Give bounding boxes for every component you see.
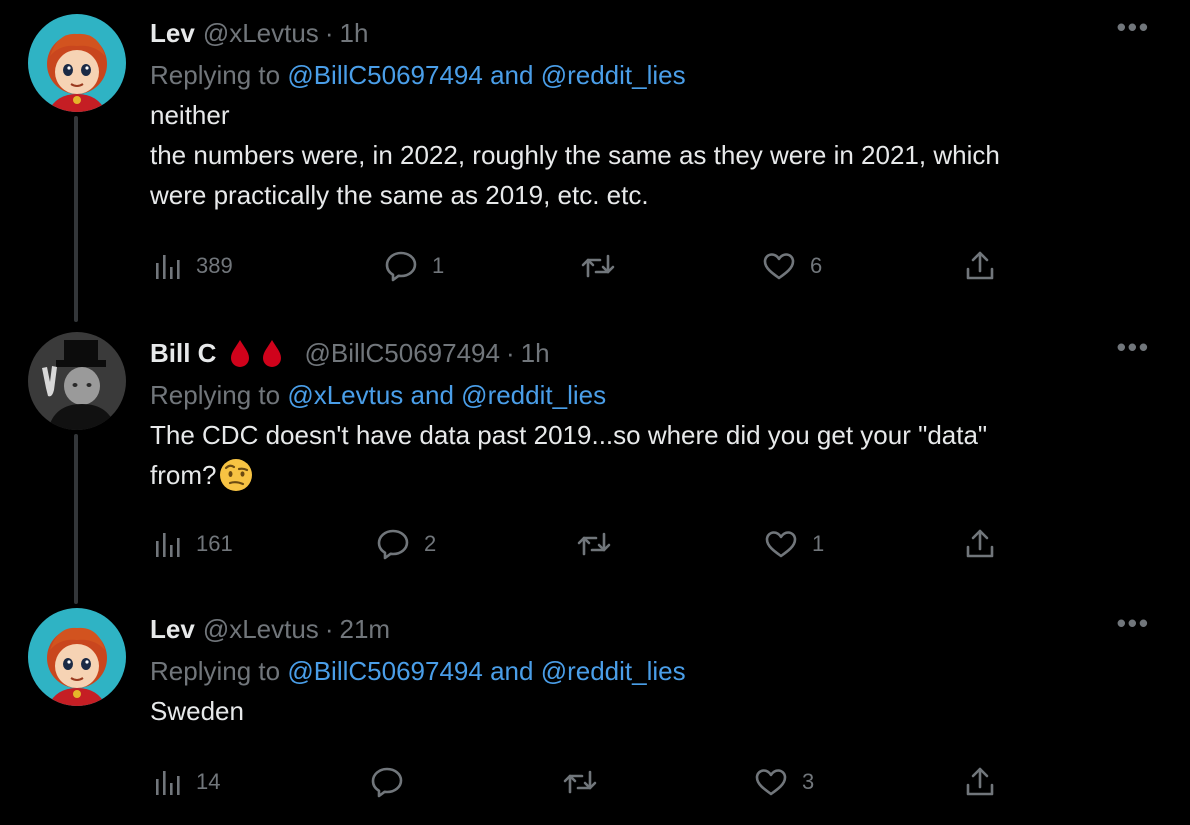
tweet-text-line: the numbers were, in 2022, roughly the s… <box>150 140 1000 170</box>
reply-count: 1 <box>432 253 445 278</box>
tweet-actions: 161 2 1 <box>150 524 1010 564</box>
tweet-text-line-2: from? <box>150 455 1150 495</box>
tweet-text: neither the numbers were, in 2022, rough… <box>150 95 1150 215</box>
author-handle[interactable]: @xLevtus <box>203 18 319 49</box>
retweet-button[interactable] <box>562 762 612 802</box>
replying-prefix: Replying to <box>150 380 281 410</box>
retweet-icon <box>563 770 597 794</box>
tweet-header: Lev @xLevtus · 21m <box>150 612 1150 646</box>
tweet-text-line: The CDC doesn't have data past 2019...so… <box>150 420 988 450</box>
avatar[interactable] <box>28 14 126 112</box>
views-button[interactable]: 161 <box>154 524 233 564</box>
reply-icon <box>377 529 409 560</box>
author-handle[interactable]: @BillC50697494 <box>304 338 500 369</box>
retweet-button[interactable] <box>580 246 630 286</box>
mention-join: and <box>410 380 454 410</box>
avatar[interactable] <box>28 332 126 430</box>
blood-drop-icon <box>263 340 282 367</box>
mention-link[interactable]: @reddit_lies <box>541 60 686 90</box>
mention-join: and <box>490 656 534 686</box>
views-button[interactable]: 389 <box>154 246 233 286</box>
like-button[interactable]: 3 <box>754 762 814 802</box>
tweet-text: The CDC doesn't have data past 2019...so… <box>150 415 1150 495</box>
mention-link[interactable]: @BillC50697494 <box>287 656 483 686</box>
author-name[interactable]: Bill C <box>150 338 216 369</box>
replying-to: Replying to @BillC50697494 and @reddit_l… <box>150 656 1150 687</box>
tweet-actions: 14 3 <box>150 762 1010 802</box>
replying-prefix: Replying to <box>150 60 281 90</box>
reply-button[interactable] <box>370 762 418 802</box>
more-icon[interactable]: ••• <box>1117 608 1150 639</box>
views-count: 161 <box>196 531 233 556</box>
reply-icon <box>385 251 417 282</box>
views-button[interactable]: 14 <box>154 762 220 802</box>
replying-to: Replying to @BillC50697494 and @reddit_l… <box>150 60 1150 91</box>
author-handle[interactable]: @xLevtus <box>203 614 319 645</box>
tweet-text-line: Sweden <box>150 696 244 726</box>
share-button[interactable] <box>964 246 996 286</box>
like-count: 1 <box>812 531 825 556</box>
like-button[interactable]: 6 <box>762 246 822 286</box>
blood-drop-icon <box>231 340 250 367</box>
reply-button[interactable]: 2 <box>376 524 436 564</box>
name-emojis <box>228 338 284 368</box>
share-icon <box>966 529 994 558</box>
timestamp[interactable]: 1h <box>339 18 368 49</box>
replying-to: Replying to @xLevtus and @reddit_lies <box>150 380 1150 411</box>
tweet-text-line: neither <box>150 100 230 130</box>
reply-button[interactable]: 1 <box>384 246 444 286</box>
avatar[interactable] <box>28 608 126 706</box>
like-icon <box>765 531 797 558</box>
tweet-actions: 389 1 6 <box>150 246 1010 286</box>
share-icon <box>966 251 994 280</box>
separator-dot: · <box>324 613 334 644</box>
views-count: 389 <box>196 253 233 278</box>
share-button[interactable] <box>964 524 996 564</box>
timestamp[interactable]: 21m <box>339 614 390 645</box>
tweet[interactable]: Lev @xLevtus · 1h ••• Replying to @BillC… <box>0 0 1190 320</box>
tweet-text-line: were practically the same as 2019, etc. … <box>150 180 649 210</box>
raised-eyebrow-emoji <box>220 459 253 491</box>
tweet-text-line: from? <box>150 460 217 490</box>
views-icon <box>156 771 180 795</box>
mention-link[interactable]: @reddit_lies <box>541 656 686 686</box>
tweet[interactable]: Lev @xLevtus · 21m ••• Replying to @Bill… <box>0 604 1190 825</box>
mention-link[interactable]: @reddit_lies <box>461 380 606 410</box>
mention-join: and <box>490 60 534 90</box>
retweet-icon <box>577 532 611 556</box>
tweet-text: Sweden <box>150 691 1150 731</box>
reply-icon <box>371 767 403 798</box>
more-icon[interactable]: ••• <box>1117 12 1150 43</box>
more-icon[interactable]: ••• <box>1117 332 1150 363</box>
share-icon <box>966 767 994 796</box>
author-name[interactable]: Lev <box>150 18 195 49</box>
share-button[interactable] <box>964 762 996 802</box>
tweet-header: Bill C @BillC50697494 · 1h <box>150 336 1150 370</box>
like-icon <box>755 769 787 796</box>
mention-link[interactable]: @xLevtus <box>287 380 403 410</box>
separator-dot: · <box>505 337 515 368</box>
views-count: 14 <box>196 769 221 794</box>
author-name[interactable]: Lev <box>150 614 195 645</box>
timestamp[interactable]: 1h <box>521 338 550 369</box>
retweet-button[interactable] <box>576 524 626 564</box>
mention-link[interactable]: @BillC50697494 <box>287 60 483 90</box>
like-button[interactable]: 1 <box>764 524 824 564</box>
tweet[interactable]: Bill C @BillC50697494 · 1h ••• Replying … <box>0 322 1190 602</box>
reply-count: 2 <box>424 531 437 556</box>
tweet-header: Lev @xLevtus · 1h <box>150 16 1150 50</box>
like-icon <box>763 253 795 280</box>
views-icon <box>156 255 180 279</box>
replying-prefix: Replying to <box>150 656 281 686</box>
separator-dot: · <box>324 17 334 48</box>
like-count: 3 <box>802 769 815 794</box>
retweet-icon <box>581 254 615 278</box>
like-count: 6 <box>810 253 823 278</box>
views-icon <box>156 533 180 557</box>
